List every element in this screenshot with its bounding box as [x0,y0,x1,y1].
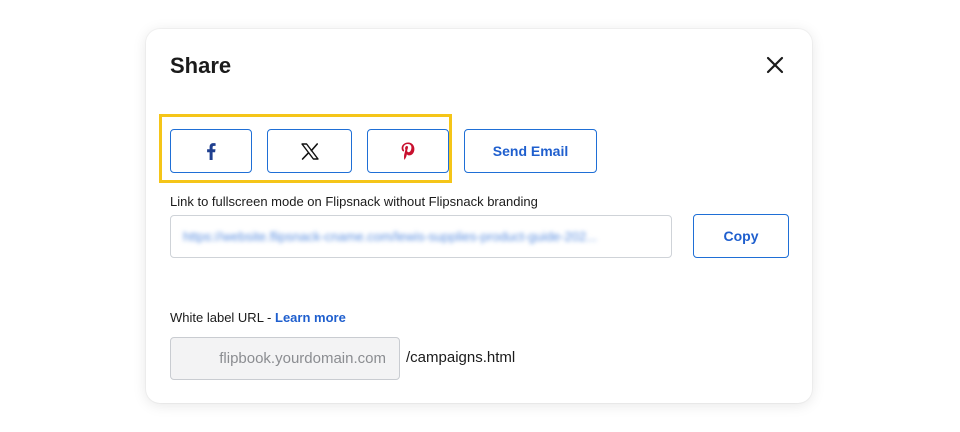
fullscreen-url-field[interactable]: https://website.flipsnack-cname.com/lewi… [170,215,672,258]
x-icon [300,142,319,160]
fullscreen-url-text: https://website.flipsnack-cname.com/lewi… [183,229,598,244]
white-label-url-text: White label URL - [170,310,275,325]
facebook-icon [207,142,216,160]
url-path-suffix: /campaigns.html [406,349,516,366]
fullscreen-link-label: Link to fullscreen mode on Flipsnack wit… [170,194,538,209]
learn-more-link[interactable]: Learn more [275,310,346,325]
share-dialog: Share Send Email Link to fullscreen mode… [146,29,812,403]
domain-input[interactable]: flipbook.yourdomain.com [170,337,400,380]
x-share-button[interactable] [267,129,352,173]
pinterest-share-button[interactable] [367,129,449,173]
white-label-url-label: White label URL - Learn more [170,310,346,325]
close-button[interactable] [761,51,789,79]
facebook-share-button[interactable] [170,129,252,173]
copy-button[interactable]: Copy [693,214,789,258]
close-icon [766,56,784,74]
dialog-title: Share [170,53,232,78]
pinterest-icon [401,142,415,160]
send-email-button[interactable]: Send Email [464,129,597,173]
